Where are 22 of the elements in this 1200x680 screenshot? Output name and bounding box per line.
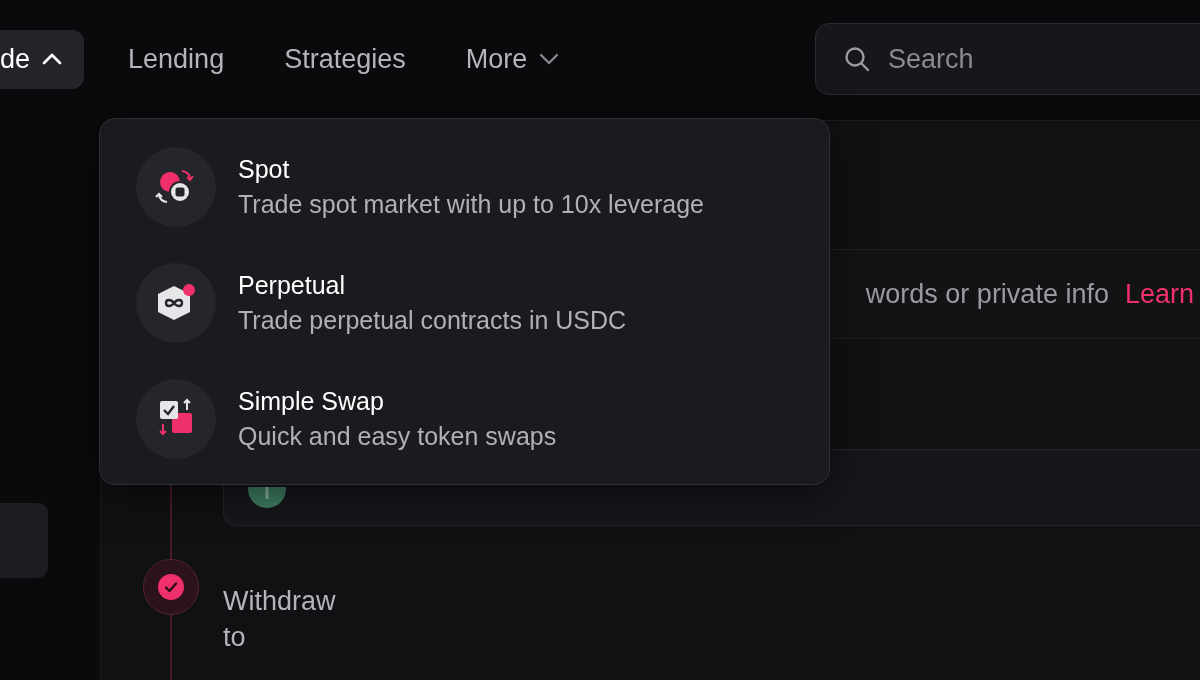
notice-text: words or private info [865, 278, 1109, 310]
search-icon [844, 46, 870, 72]
nav-dropdown[interactable]: de [0, 29, 85, 89]
nav-link[interactable]: Lending [98, 29, 255, 89]
search-field[interactable]: Search [815, 23, 1200, 95]
step-label: Withdraw to [223, 585, 337, 654]
menu-item-description: Trade perpetual contracts in USDC [238, 306, 627, 335]
menu-item-description: Quick and easy token swaps [238, 422, 557, 451]
search-input[interactable]: Search [886, 42, 1090, 76]
nav-link[interactable]: Strategies [254, 29, 436, 89]
menu-item-title: Simple Swap [238, 387, 385, 416]
nav-dropdown[interactable]: More [435, 29, 590, 89]
chevron-up-icon [42, 53, 63, 65]
menu-item[interactable]: Simple Swap Quick and easy token swaps [136, 379, 793, 459]
token-icon [248, 487, 286, 508]
learn-link[interactable]: Learn [1124, 278, 1194, 310]
menu-item[interactable]: Spot Trade spot market with up to 10x leverage [136, 147, 793, 227]
menu-item-description: Trade spot market with up to 10x leverage [238, 190, 704, 219]
chevron-down-icon [539, 53, 560, 65]
menu-item[interactable]: Perpetual Trade perpetual contracts in USDC [136, 263, 793, 343]
menu-item-title: Perpetual [238, 271, 347, 300]
menu-item-title: Spot [238, 155, 291, 184]
